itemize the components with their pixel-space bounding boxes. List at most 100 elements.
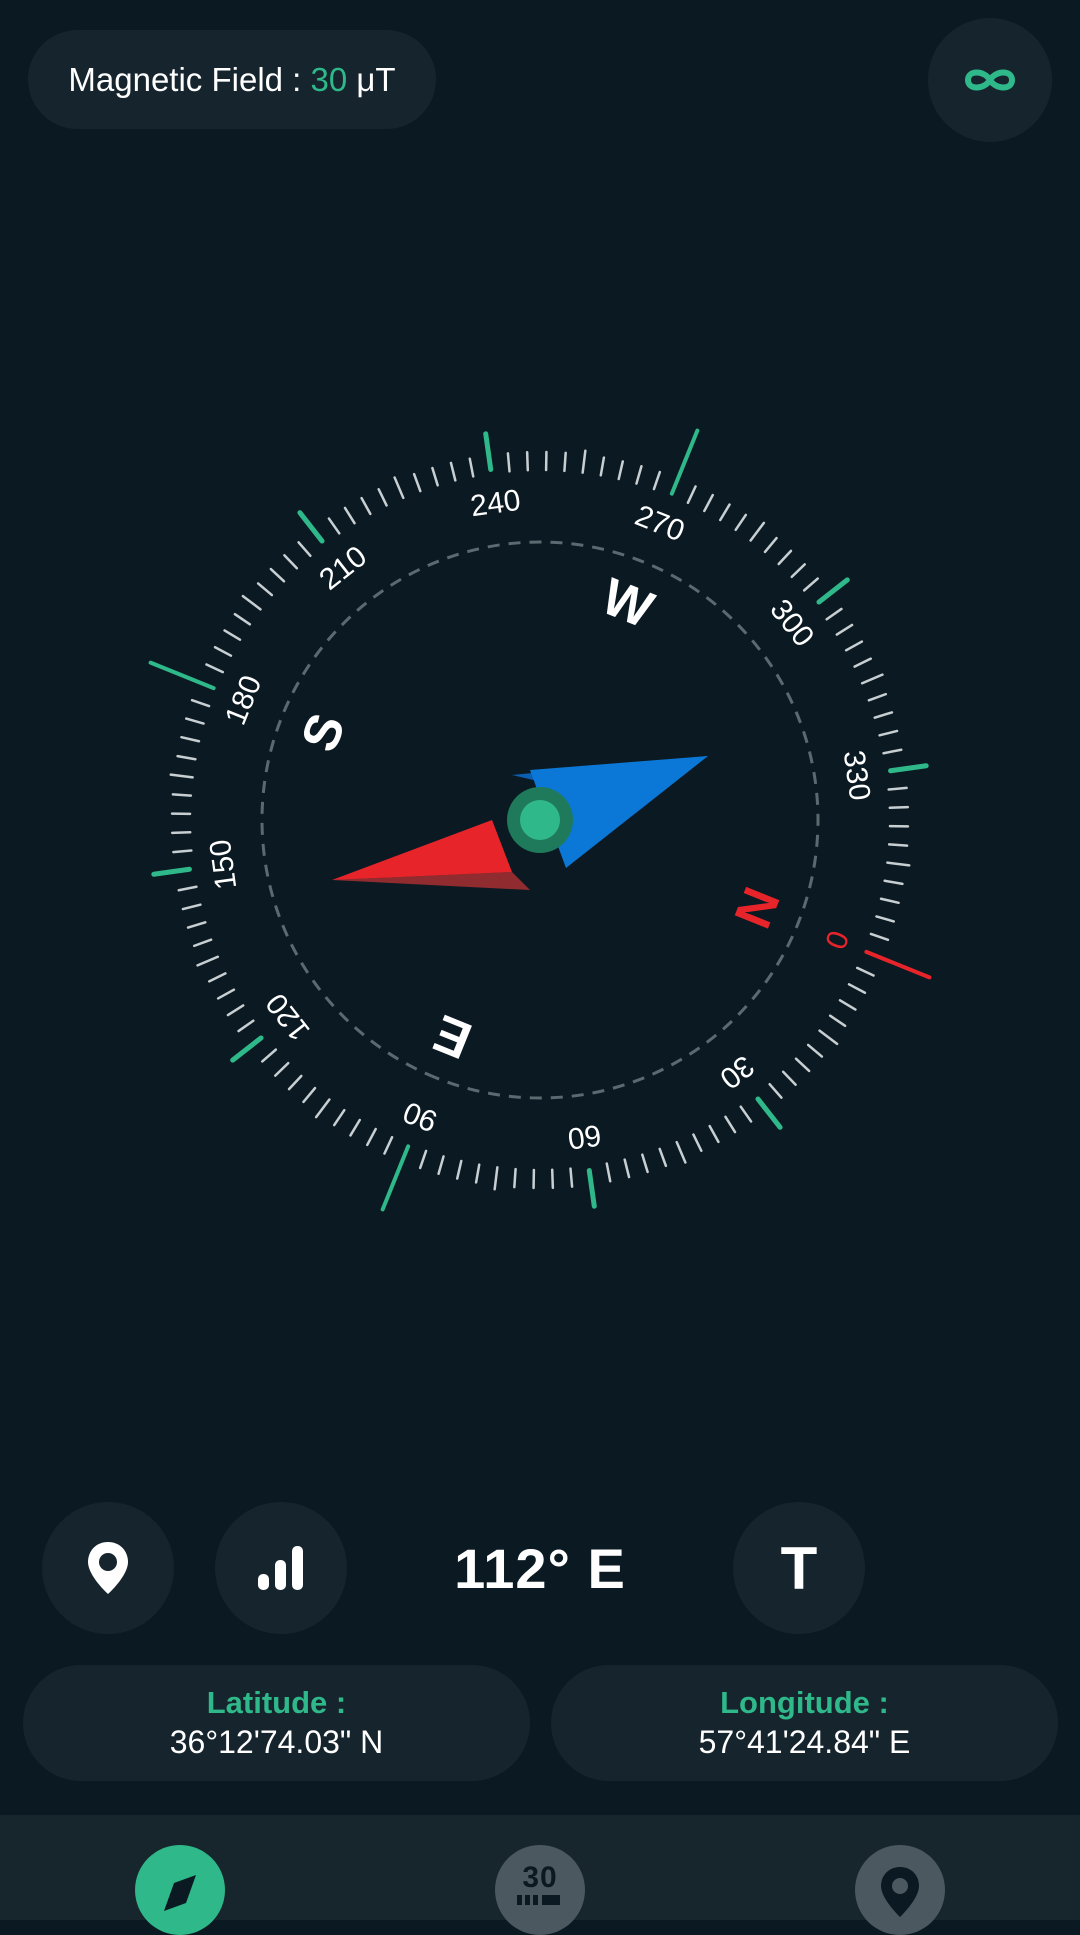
magnetic-field-label: Magnetic Field : [68, 60, 311, 98]
tick-21 [794, 1057, 811, 1073]
tick-225 [393, 476, 405, 500]
tick-0 [864, 949, 932, 980]
tick-252 [563, 451, 567, 473]
nav-compass[interactable] [135, 1845, 225, 1935]
tick-45 [675, 1140, 687, 1164]
tick-120 [230, 1035, 264, 1063]
tick-180 [148, 660, 216, 691]
tick-294 [790, 563, 806, 579]
degree-label-270: 270 [630, 499, 689, 548]
tick-195 [241, 594, 262, 611]
tick-156 [170, 830, 192, 835]
tick-81 [455, 1159, 463, 1180]
tick-66 [550, 1168, 555, 1190]
tick-108 [302, 1086, 317, 1104]
tick-273 [686, 485, 697, 505]
tick-153 [172, 849, 193, 854]
tick-315 [860, 673, 884, 685]
tick-204 [283, 554, 299, 570]
tick-342 [887, 843, 909, 847]
nav-number-tool[interactable]: 30 [495, 1845, 585, 1935]
degree-label-120: 120 [260, 987, 317, 1047]
tick-249 [544, 450, 548, 472]
tick-330 [888, 763, 929, 774]
tick-60 [586, 1168, 597, 1209]
signal-bars-icon [258, 1546, 303, 1590]
compass-rose: 0 30 60 90 120 150 180 210 240 270 300 330 N E S W [148, 428, 932, 1212]
tick-288 [763, 536, 778, 554]
tick-189 [223, 629, 242, 641]
compass-icon [164, 1875, 196, 1911]
magnetic-field-indicator: Magnetic Field : 30 μT [28, 30, 436, 129]
calibrate-button[interactable] [928, 18, 1052, 142]
number-30-icon: 30 [517, 1863, 563, 1905]
tick-324 [878, 729, 899, 737]
tick-171 [180, 735, 201, 743]
tick-279 [719, 503, 731, 522]
tick-345 [886, 861, 911, 867]
degree-label-30: 30 [713, 1049, 760, 1096]
tick-105 [314, 1098, 331, 1119]
tick-240 [483, 431, 494, 472]
tick-54 [623, 1158, 631, 1179]
tick-6 [847, 983, 867, 995]
tick-69 [532, 1168, 536, 1190]
tick-219 [360, 496, 372, 516]
latitude-label: Latitude : [206, 1685, 347, 1720]
magnetic-field-unit: μT [347, 60, 396, 98]
tick-234 [449, 461, 457, 482]
tick-27 [768, 1082, 783, 1099]
tick-114 [274, 1061, 290, 1077]
degree-label-90: 90 [399, 1095, 442, 1138]
nav-location[interactable] [855, 1845, 945, 1935]
tick-138 [192, 938, 213, 948]
latitude-card: Latitude : 36°12'74.03" N [23, 1665, 530, 1781]
signal-button[interactable] [215, 1502, 347, 1634]
location-pin-icon [881, 1867, 919, 1917]
tick-261 [617, 460, 625, 481]
tick-228 [412, 472, 422, 493]
tick-75 [493, 1166, 499, 1191]
tick-174 [185, 717, 205, 725]
tick-15 [818, 1029, 839, 1046]
tick-303 [825, 607, 843, 621]
tick-126 [226, 1004, 245, 1017]
tick-270 [669, 428, 700, 496]
tick-255 [581, 449, 587, 474]
tick-267 [652, 470, 662, 491]
tick-276 [703, 493, 715, 513]
tick-207 [297, 541, 312, 558]
tick-72 [513, 1167, 517, 1189]
needle-pivot [520, 800, 560, 840]
tick-339 [888, 824, 910, 828]
compass-dial: 0 30 60 90 120 150 180 210 240 270 300 330 N E S W [130, 410, 950, 1230]
cardinal-w: W [594, 568, 662, 641]
tick-312 [853, 657, 873, 668]
degree-label-330: 330 [837, 748, 877, 802]
tick-177 [190, 698, 211, 708]
tick-216 [343, 506, 356, 525]
tick-117 [261, 1048, 278, 1063]
tick-3 [855, 966, 875, 977]
tick-9 [838, 999, 857, 1011]
tick-111 [287, 1074, 303, 1091]
tick-132 [207, 972, 227, 983]
tick-63 [569, 1167, 574, 1188]
tick-30 [755, 1096, 783, 1130]
longitude-card: Longitude : 57°41'24.84" E [551, 1665, 1058, 1781]
true-north-button[interactable]: T [733, 1502, 865, 1634]
tick-309 [844, 640, 864, 652]
degree-label-240: 240 [468, 484, 522, 524]
location-button[interactable] [42, 1502, 174, 1634]
degree-label-300: 300 [763, 593, 820, 653]
tick-90 [380, 1144, 411, 1212]
tick-57 [605, 1162, 612, 1183]
infinity-icon [964, 69, 1016, 91]
tick-306 [835, 623, 854, 636]
tick-333 [887, 786, 908, 791]
tick-78 [474, 1163, 481, 1184]
tick-291 [777, 549, 793, 566]
tick-198 [256, 582, 274, 597]
tick-243 [506, 452, 511, 473]
tick-336 [888, 805, 910, 810]
